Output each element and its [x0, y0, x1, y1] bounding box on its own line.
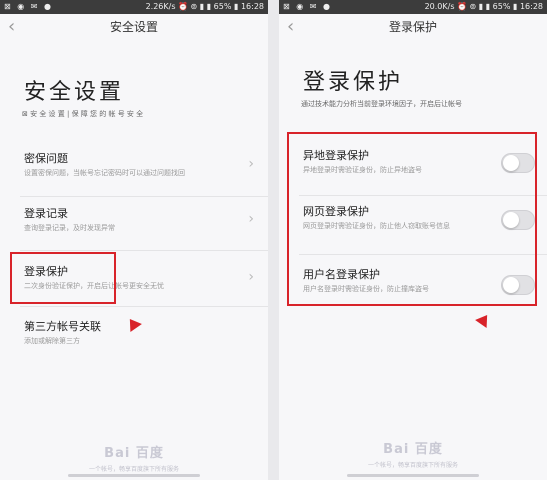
chevron-right-icon: ›: [248, 211, 254, 227]
status-left-icons: ⊠ ◉ ✉ ●: [283, 2, 332, 11]
status-right-info: 20.0K/s ⏰ ⊚ ▮ ▮ 65% ▮ 16:28: [424, 2, 543, 11]
baidu-logo: Bai 百度: [104, 446, 164, 461]
baidu-watermark: Bai 百度 一个帐号，畅享百度旗下所有服务: [0, 442, 268, 473]
menu-item-title: 密保问题: [24, 152, 68, 165]
pointer-arrow-icon: [475, 310, 493, 329]
page-title: 登录保护: [303, 70, 404, 95]
menu-item-title: 登录保护: [24, 265, 68, 278]
setting-title: 网页登录保护: [303, 205, 369, 218]
status-bar: ⊠ ◉ ✉ ● 2.26K/s ⏰ ⊚ ▮ ▮ 65% ▮ 16:28: [0, 0, 268, 14]
page-subtitle: 通过技术能力分析当前登录环境因子，开启后让帐号: [301, 100, 462, 108]
menu-item-security-question[interactable]: 密保问题 设置密保问题，当帐号忘记密码时可以通过问题找回 ›: [0, 150, 268, 194]
right-screen: ⊠ ◉ ✉ ● 20.0K/s ⏰ ⊚ ▮ ▮ 65% ▮ 16:28 ‹ 登录…: [279, 0, 547, 480]
menu-item-login-protection[interactable]: 登录保护 二次身份验证保护，开启后让帐号更安全无忧 ›: [0, 263, 268, 307]
menu-item-desc: 查询登录记录，及时发现异常: [24, 224, 115, 232]
watermark-text: 一个帐号，畅享百度旗下所有服务: [367, 462, 458, 469]
nav-title: 安全设置: [109, 20, 158, 34]
nav-title: 登录保护: [388, 20, 437, 34]
baidu-logo: Bai 百度: [383, 442, 443, 457]
divider: [299, 254, 547, 255]
home-indicator: [68, 474, 200, 477]
menu-item-desc: 二次身份验证保护，开启后让帐号更安全无忧: [24, 282, 164, 290]
watermark-text: 一个帐号，畅享百度旗下所有服务: [88, 466, 179, 473]
toggle-switch[interactable]: [501, 210, 535, 230]
divider: [20, 306, 268, 307]
toggle-switch[interactable]: [501, 153, 535, 173]
setting-desc: 异地登录时需验证身份，防止异地盗号: [303, 166, 422, 174]
status-right-info: 2.26K/s ⏰ ⊚ ▮ ▮ 65% ▮ 16:28: [145, 2, 264, 11]
home-indicator: [347, 474, 479, 477]
divider: [20, 196, 268, 197]
setting-web-login-protection: 网页登录保护 网页登录时需验证身份，防止他人窃取账号信息: [279, 203, 547, 251]
left-screen: ⊠ ◉ ✉ ● 2.26K/s ⏰ ⊚ ▮ ▮ 65% ▮ 16:28 ‹ 安全…: [0, 0, 268, 480]
baidu-watermark: Bai 百度 一个帐号，畅享百度旗下所有服务: [279, 438, 547, 469]
chevron-right-icon: ›: [248, 269, 254, 285]
page-title: 安全设置: [24, 80, 125, 105]
chevron-right-icon: ›: [248, 156, 254, 172]
setting-desc: 网页登录时需验证身份，防止他人窃取账号信息: [303, 222, 450, 230]
status-left-icons: ⊠ ◉ ✉ ●: [4, 2, 53, 11]
page-subtitle: ⊠ 安 全 设 置 | 保 障 您 的 帐 号 安 全: [22, 110, 144, 118]
menu-item-desc: 添加或解除第三方: [24, 337, 80, 345]
menu-item-desc: 设置密保问题，当帐号忘记密码时可以通过问题找回: [24, 169, 185, 177]
setting-title: 用户名登录保护: [303, 268, 380, 281]
menu-item-title: 第三方帐号关联: [24, 320, 101, 333]
divider: [299, 195, 547, 196]
setting-username-login-protection: 用户名登录保护 用户名登录时需验证身份，防止撞库盗号: [279, 266, 547, 306]
menu-item-title: 登录记录: [24, 207, 68, 220]
status-bar: ⊠ ◉ ✉ ● 20.0K/s ⏰ ⊚ ▮ ▮ 65% ▮ 16:28: [279, 0, 547, 14]
divider: [20, 250, 268, 251]
setting-desc: 用户名登录时需验证身份，防止撞库盗号: [303, 285, 429, 293]
nav-bar: ‹ 登录保护: [279, 14, 547, 42]
toggle-switch[interactable]: [501, 275, 535, 295]
menu-item-login-records[interactable]: 登录记录 查询登录记录，及时发现异常 ›: [0, 205, 268, 249]
setting-title: 异地登录保护: [303, 149, 369, 162]
nav-bar: ‹ 安全设置: [0, 14, 268, 42]
setting-remote-login-protection: 异地登录保护 异地登录时需验证身份，防止异地盗号: [279, 147, 547, 195]
